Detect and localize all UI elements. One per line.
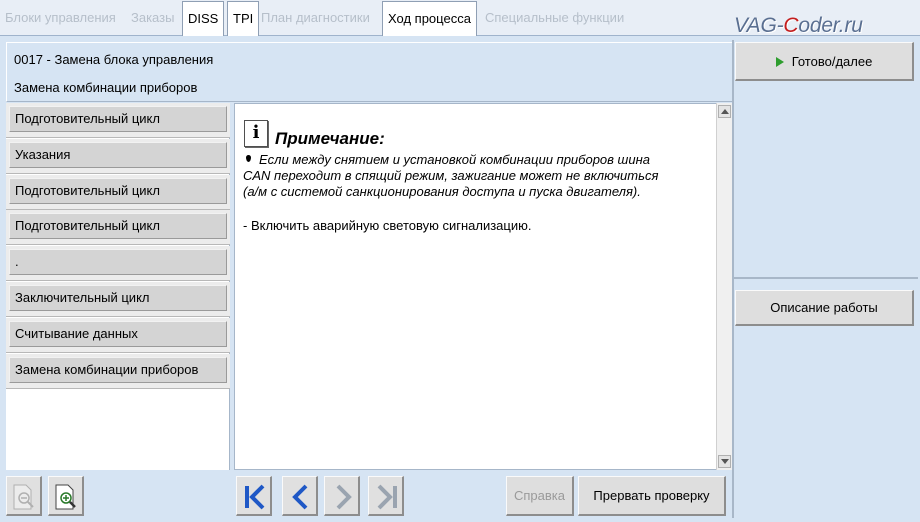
tab-control-units: Блоки управления	[5, 10, 116, 25]
scroll-up-button[interactable]	[718, 105, 731, 118]
next-step-button[interactable]	[324, 476, 360, 516]
step-item[interactable]: Указания	[6, 139, 230, 174]
tab-diss[interactable]: DISS	[182, 1, 225, 36]
chevron-right-icon	[336, 484, 352, 510]
tab-orders: Заказы	[131, 10, 175, 25]
skip-last-icon	[377, 484, 397, 510]
ready-next-button[interactable]: Готово/далее	[735, 42, 914, 81]
step-item[interactable]: Подготовительный цикл	[6, 210, 230, 245]
process-header: 0017 - Замена блока управления Замена ко…	[6, 42, 732, 102]
logo-part-1: VAG-	[734, 14, 784, 37]
note-title: Примечание:	[275, 129, 385, 148]
tab-tpi[interactable]: TPI	[227, 1, 260, 36]
step-item[interactable]: Считывание данных	[6, 318, 230, 353]
tab-special-functions: Специальные функции	[485, 10, 625, 25]
step-item[interactable]: Подготовительный цикл	[6, 103, 230, 138]
step-item[interactable]: Замена комбинации приборов	[6, 354, 230, 389]
note-line: (а/м с системой санкционирования доступа…	[243, 184, 641, 199]
arrow-up-icon	[721, 109, 729, 114]
help-button[interactable]: Справка	[506, 476, 574, 516]
abort-test-button[interactable]: Прервать проверку	[578, 476, 726, 516]
zoom-out-icon	[13, 484, 34, 510]
scroll-down-button[interactable]	[718, 455, 731, 468]
zoom-in-icon	[55, 484, 76, 510]
note-line: CAN переходит в спящий режим, зажигание …	[243, 168, 659, 183]
info-icon: i	[244, 120, 268, 147]
step-label: Подготовительный цикл	[9, 178, 227, 204]
logo-part-3: oder.ru	[798, 14, 863, 37]
zoom-out-button[interactable]	[6, 476, 42, 516]
tab-process-progress[interactable]: Ход процесса	[382, 1, 477, 36]
right-panel	[732, 40, 918, 518]
step-label: Заключительный цикл	[9, 285, 227, 311]
step-item[interactable]: .	[6, 246, 230, 281]
play-icon	[775, 57, 784, 67]
zoom-in-button[interactable]	[48, 476, 84, 516]
step-label: .	[9, 249, 227, 275]
step-label: Подготовительный цикл	[9, 106, 227, 132]
step-label: Указания	[9, 142, 227, 168]
content-scrollbar[interactable]	[716, 103, 732, 470]
note-line: Если между снятием и установкой комбинац…	[259, 152, 650, 167]
first-step-button[interactable]	[236, 476, 272, 516]
ready-next-label: Готово/далее	[791, 54, 873, 69]
chevron-left-icon	[292, 484, 308, 510]
last-step-button[interactable]	[368, 476, 404, 516]
step-label: Замена комбинации приборов	[9, 357, 227, 383]
arrow-down-icon	[721, 459, 729, 464]
process-subtitle: Замена комбинации приборов	[14, 80, 198, 95]
step-list: Подготовительный цикл Указания Подготови…	[6, 103, 230, 470]
watermark-logo: VAG-Coder.ru	[734, 14, 863, 38]
process-code-title: 0017 - Замена блока управления	[14, 52, 214, 67]
work-description-button[interactable]: Описание работы	[735, 290, 914, 326]
step-label: Считывание данных	[9, 321, 227, 347]
step-item[interactable]: Заключительный цикл	[6, 282, 230, 317]
instruction-step: - Включить аварийную световую сигнализац…	[243, 218, 532, 233]
step-item[interactable]: Подготовительный цикл	[6, 175, 230, 210]
instruction-content: i Примечание: Если между снятием и устан…	[234, 103, 732, 470]
logo-part-2: C	[783, 14, 799, 37]
bullet-icon	[246, 155, 251, 162]
previous-step-button[interactable]	[282, 476, 318, 516]
step-label: Подготовительный цикл	[9, 213, 227, 239]
skip-first-icon	[245, 484, 265, 510]
tab-diagnostic-plan: План диагностики	[261, 10, 370, 25]
right-panel-divider	[734, 277, 918, 279]
